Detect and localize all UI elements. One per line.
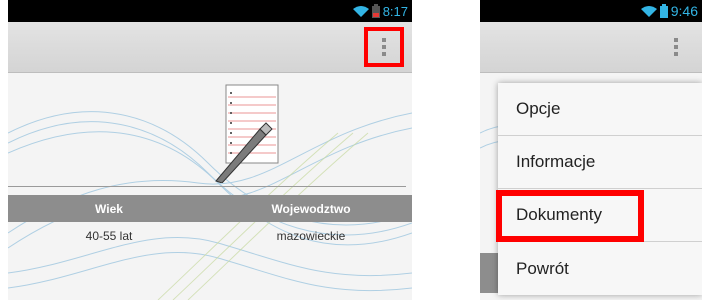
wifi-icon — [352, 5, 369, 17]
menu-item-dokumenty[interactable]: Dokumenty — [496, 189, 702, 242]
table-cell: mazowieckie — [276, 229, 346, 243]
action-bar — [480, 22, 702, 73]
battery-icon — [659, 4, 668, 18]
battery-low-icon — [371, 4, 380, 18]
overflow-menu: Opcje Informacje Dokumenty Powrót — [496, 83, 702, 295]
column-header: Wojewodztwo — [271, 201, 351, 216]
menu-item-label: Opcje — [516, 99, 561, 118]
menu-item-opcje[interactable]: Opcje — [498, 83, 702, 136]
table-row: 40-55 lat mazowieckie — [8, 225, 412, 247]
menu-item-informacje[interactable]: Informacje — [498, 136, 702, 189]
table-header-fragment — [480, 253, 500, 293]
menu-item-label: Powrót — [516, 258, 569, 278]
status-bar: 9:46 — [480, 0, 702, 22]
status-time: 9:46 — [670, 3, 698, 19]
highlight-box — [496, 190, 644, 242]
menu-item-powrot[interactable]: Powrót — [498, 242, 702, 295]
menu-item-label: Informacje — [516, 152, 596, 171]
column-header: Wiek — [95, 201, 123, 216]
status-bar: 8:17 — [8, 0, 412, 22]
left-phone-screen: 8:17 Wiek Wojewodztwo 40-55 lat mazowiec… — [8, 0, 412, 300]
action-bar — [8, 22, 412, 73]
overflow-menu-icon[interactable] — [364, 27, 404, 67]
wifi-icon — [640, 5, 657, 17]
right-phone-screen: 9:46 mazowieckie Opcje Informacje Dokume… — [480, 0, 702, 300]
status-time: 8:17 — [382, 3, 408, 19]
table-cell: 40-55 lat — [85, 229, 133, 243]
notepad-pen-icon — [215, 84, 279, 183]
divider — [8, 186, 406, 187]
main-content: Wiek Wojewodztwo 40-55 lat mazowieckie — [8, 73, 412, 300]
overflow-menu-icon[interactable] — [656, 27, 696, 67]
table-header: Wiek Wojewodztwo — [8, 195, 412, 222]
